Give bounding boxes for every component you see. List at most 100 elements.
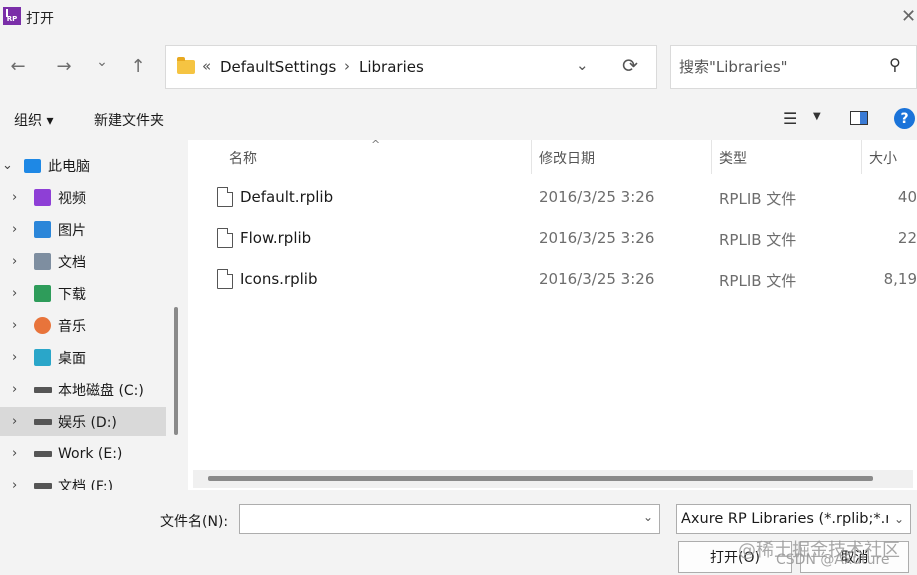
sidebar-scrollbar[interactable] bbox=[174, 307, 178, 435]
help-icon[interactable]: ? bbox=[894, 108, 915, 129]
axure-app-icon: RP bbox=[3, 7, 21, 25]
chevron-down-icon[interactable]: ⌄ bbox=[2, 158, 13, 173]
filename-input[interactable] bbox=[246, 510, 626, 526]
forward-arrow-icon[interactable]: → bbox=[52, 54, 76, 78]
window-title: 打开 bbox=[26, 11, 54, 27]
sidebar-item[interactable]: › 本地磁盘 (C:) bbox=[0, 375, 166, 404]
file-type: RPLIB 文件 bbox=[719, 190, 797, 208]
file-type-filter-value: Axure RP Libraries (*.rplib;*.r bbox=[681, 511, 892, 527]
column-divider[interactable] bbox=[861, 140, 862, 174]
sidebar-item-label: 文档 bbox=[58, 254, 86, 271]
dialog-footer: 文件名(N): ⌄ Axure RP Libraries (*.rplib;*.… bbox=[0, 490, 917, 575]
sidebar-item[interactable]: › 音乐 bbox=[0, 311, 166, 340]
file-list-pane: ^ 名称 修改日期 类型 大小 Default.rplib 2016/3/25 … bbox=[188, 140, 917, 490]
sidebar-item[interactable]: › 下载 bbox=[0, 279, 166, 308]
preview-pane-icon[interactable] bbox=[850, 111, 868, 125]
desktop-icon bbox=[34, 349, 51, 366]
sidebar-item-label: 文档 (F:) bbox=[58, 478, 114, 491]
file-type-dropdown-icon[interactable]: ⌄ bbox=[888, 505, 910, 533]
sidebar-item[interactable]: › 娱乐 (D:) bbox=[0, 407, 166, 436]
file-row[interactable]: Icons.rplib 2016/3/25 3:26 RPLIB 文件 8,19 bbox=[188, 261, 917, 299]
view-options-icon[interactable]: ☰ bbox=[783, 109, 797, 128]
chevron-right-icon[interactable]: › bbox=[12, 414, 17, 429]
chevron-right-icon[interactable]: › bbox=[12, 190, 17, 205]
breadcrumb-overflow-icon[interactable]: « bbox=[202, 57, 211, 75]
navigation-pane: ⌄ 此电脑 › 视频 › 图片 › 文档 › 下载 › 音乐 › 桌面 › 本地磁盘 (C:) › 娱乐 (D:)… bbox=[0, 140, 185, 490]
file-type-filter-select[interactable]: Axure RP Libraries (*.rplib;*.r ⌄ bbox=[676, 504, 911, 534]
address-dropdown-icon[interactable]: ⌄ bbox=[576, 56, 589, 74]
column-header-size[interactable]: 大小 bbox=[869, 148, 897, 168]
video-icon bbox=[34, 189, 51, 206]
address-bar[interactable]: « DefaultSettings › Libraries ⌄ ⟳ bbox=[165, 45, 657, 89]
documents-icon bbox=[34, 253, 51, 270]
column-divider[interactable] bbox=[711, 140, 712, 174]
pictures-icon bbox=[34, 221, 51, 238]
chevron-right-icon[interactable]: › bbox=[12, 318, 17, 333]
chevron-right-icon[interactable]: › bbox=[12, 286, 17, 301]
up-arrow-icon[interactable]: ↑ bbox=[126, 54, 150, 78]
sidebar-item-label: 下载 bbox=[58, 286, 86, 303]
file-icon bbox=[217, 187, 233, 207]
sidebar-item-label: 此电脑 bbox=[48, 158, 90, 175]
watermark-text: CSDN @Axuture bbox=[776, 552, 890, 568]
sidebar-item[interactable]: › 图片 bbox=[0, 215, 166, 244]
column-divider[interactable] bbox=[531, 140, 532, 174]
back-arrow-icon[interactable]: ← bbox=[6, 54, 30, 78]
chevron-right-icon[interactable]: › bbox=[12, 478, 17, 490]
file-icon bbox=[217, 269, 233, 289]
sidebar-item[interactable]: › 文档 (F:) bbox=[0, 471, 166, 490]
filename-dropdown-icon[interactable]: ⌄ bbox=[643, 510, 653, 524]
recent-locations-chevron-icon[interactable]: ⌄ bbox=[90, 50, 114, 74]
file-row[interactable]: Flow.rplib 2016/3/25 3:26 RPLIB 文件 22 bbox=[188, 220, 917, 258]
chevron-right-icon[interactable]: › bbox=[12, 222, 17, 237]
new-folder-button[interactable]: 新建文件夹 bbox=[94, 110, 164, 130]
chevron-right-icon[interactable]: › bbox=[12, 446, 17, 461]
column-header-name[interactable]: 名称 bbox=[229, 148, 257, 168]
search-icon[interactable]: ⚲ bbox=[889, 55, 901, 74]
sidebar-item-label: 图片 bbox=[58, 222, 86, 239]
file-type: RPLIB 文件 bbox=[719, 272, 797, 290]
sidebar-item-label: 音乐 bbox=[58, 318, 86, 335]
chevron-right-icon[interactable]: › bbox=[12, 382, 17, 397]
sidebar-item[interactable]: › 桌面 bbox=[0, 343, 166, 372]
breadcrumb-separator-icon[interactable]: › bbox=[344, 57, 350, 75]
monitor-icon bbox=[24, 158, 41, 173]
title-bar: RP 打开 ✕ bbox=[0, 0, 917, 34]
refresh-icon[interactable]: ⟳ bbox=[622, 55, 638, 77]
sort-ascending-icon: ^ bbox=[371, 140, 381, 151]
chevron-right-icon[interactable]: › bbox=[12, 350, 17, 365]
breadcrumb-libraries[interactable]: Libraries bbox=[359, 58, 424, 76]
filename-combobox[interactable]: ⌄ bbox=[239, 504, 660, 534]
music-icon bbox=[34, 317, 51, 334]
sidebar-item-label: 本地磁盘 (C:) bbox=[58, 382, 144, 399]
breadcrumb-defaultsettings[interactable]: DefaultSettings bbox=[220, 58, 336, 76]
sidebar-item[interactable]: › 文档 bbox=[0, 247, 166, 276]
organize-button[interactable]: 组织 ▾ bbox=[14, 110, 53, 130]
sidebar-item[interactable]: ⌄ 此电脑 bbox=[0, 151, 166, 180]
column-header-type[interactable]: 类型 bbox=[719, 148, 747, 168]
file-name: Flow.rplib bbox=[240, 229, 312, 247]
file-icon bbox=[217, 228, 233, 248]
view-options-caret-icon[interactable]: ▼ bbox=[813, 111, 821, 122]
system-drive-icon bbox=[34, 386, 52, 393]
horizontal-scrollbar-thumb[interactable] bbox=[208, 476, 873, 481]
sidebar-item[interactable]: › Work (E:) bbox=[0, 439, 166, 468]
sidebar-item[interactable]: › 视频 bbox=[0, 183, 166, 212]
file-date: 2016/3/25 3:26 bbox=[539, 270, 655, 288]
column-header-date[interactable]: 修改日期 bbox=[539, 148, 595, 168]
file-row[interactable]: Default.rplib 2016/3/25 3:26 RPLIB 文件 40 bbox=[188, 179, 917, 217]
file-date: 2016/3/25 3:26 bbox=[539, 188, 655, 206]
sidebar-item-label: 娱乐 (D:) bbox=[58, 414, 117, 431]
sidebar-item-label: 视频 bbox=[58, 190, 86, 207]
filename-label: 文件名(N): bbox=[160, 514, 229, 530]
command-toolbar: 组织 ▾ 新建文件夹 ☰ ▼ ? bbox=[0, 100, 917, 138]
file-size: 40 bbox=[897, 188, 917, 206]
drive-icon bbox=[34, 418, 52, 425]
file-name: Icons.rplib bbox=[240, 270, 318, 288]
close-icon[interactable]: ✕ bbox=[901, 6, 917, 27]
chevron-right-icon[interactable]: › bbox=[12, 254, 17, 269]
search-box[interactable]: ⚲ bbox=[670, 45, 917, 89]
sidebar-item-label: 桌面 bbox=[58, 350, 86, 367]
search-input[interactable] bbox=[679, 58, 879, 76]
file-name: Default.rplib bbox=[240, 188, 334, 206]
